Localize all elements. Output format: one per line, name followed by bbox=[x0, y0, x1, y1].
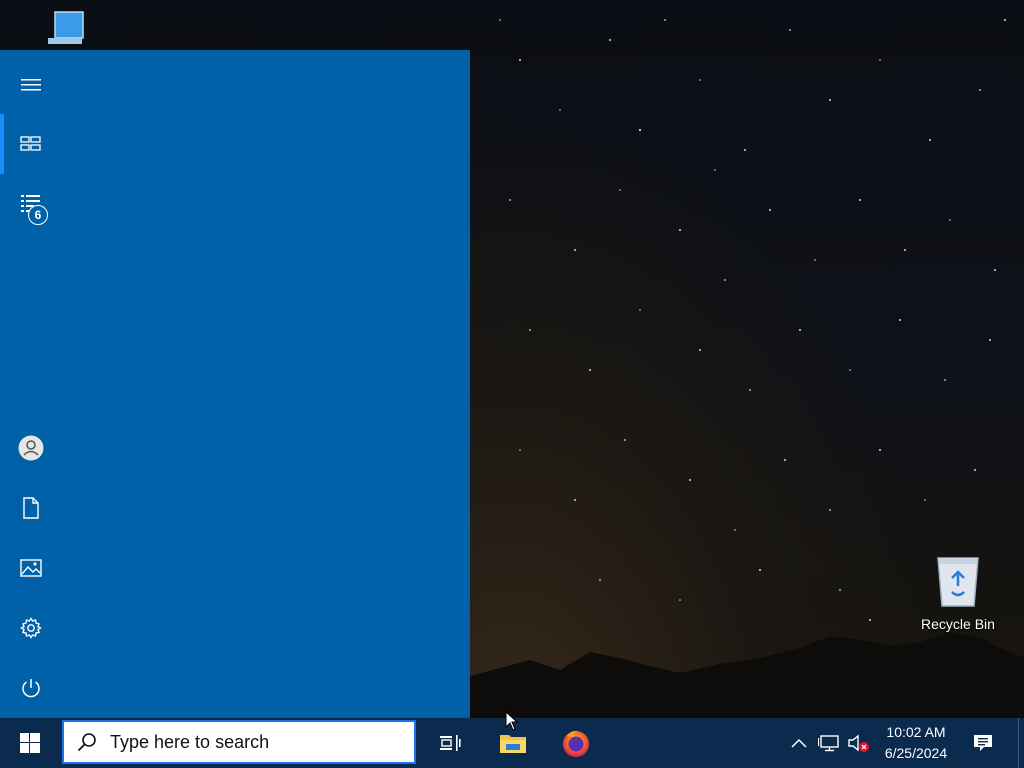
action-center-button[interactable] bbox=[966, 718, 1000, 768]
document-icon bbox=[23, 497, 39, 519]
power-icon bbox=[22, 679, 40, 698]
network-icon bbox=[818, 735, 839, 752]
user-icon bbox=[18, 435, 44, 461]
expand-menu-button[interactable] bbox=[0, 56, 62, 114]
clock-time: 10:02 AM bbox=[886, 724, 946, 740]
power-button[interactable] bbox=[0, 659, 62, 717]
this-pc-desktop-icon[interactable] bbox=[20, 8, 106, 50]
firefox-button[interactable] bbox=[550, 718, 602, 768]
show-desktop-button[interactable] bbox=[1018, 718, 1019, 768]
windows-logo-icon bbox=[20, 733, 40, 753]
action-center-icon bbox=[974, 735, 992, 751]
show-hidden-icons-button[interactable] bbox=[786, 718, 812, 768]
task-view-button[interactable] bbox=[424, 718, 476, 768]
new-apps-badge: 6 bbox=[28, 205, 48, 225]
tiles-icon bbox=[20, 136, 41, 151]
gear-icon bbox=[20, 617, 42, 639]
recycle-bin-icon bbox=[937, 557, 979, 607]
taskbar-search-box[interactable]: Type here to search bbox=[62, 720, 416, 764]
search-placeholder: Type here to search bbox=[110, 731, 270, 752]
pictures-button[interactable] bbox=[0, 539, 62, 597]
settings-button[interactable] bbox=[0, 599, 62, 657]
mouse-cursor-icon bbox=[505, 711, 519, 731]
firefox-icon bbox=[563, 730, 589, 757]
pictures-icon bbox=[20, 559, 42, 577]
start-menu: 6 bbox=[0, 50, 470, 718]
volume-muted-icon bbox=[848, 734, 869, 752]
tiles-button[interactable] bbox=[0, 115, 62, 173]
task-view-icon bbox=[440, 735, 461, 751]
account-button[interactable] bbox=[0, 419, 62, 477]
documents-button[interactable] bbox=[0, 479, 62, 537]
all-apps-button[interactable]: 6 bbox=[0, 176, 62, 234]
recycle-bin-desktop-icon[interactable]: Recycle Bin bbox=[915, 552, 1001, 632]
network-button[interactable] bbox=[814, 718, 844, 768]
folder-icon bbox=[500, 735, 526, 753]
hamburger-icon bbox=[21, 79, 41, 91]
chevron-up-icon bbox=[791, 738, 807, 748]
taskbar-clock[interactable]: 10:02 AM 6/25/2024 bbox=[868, 718, 964, 768]
recycle-bin-label: Recycle Bin bbox=[921, 616, 995, 632]
search-icon bbox=[76, 731, 98, 753]
monitor-icon bbox=[48, 11, 84, 44]
start-button[interactable] bbox=[0, 718, 60, 768]
clock-date: 6/25/2024 bbox=[884, 745, 948, 761]
